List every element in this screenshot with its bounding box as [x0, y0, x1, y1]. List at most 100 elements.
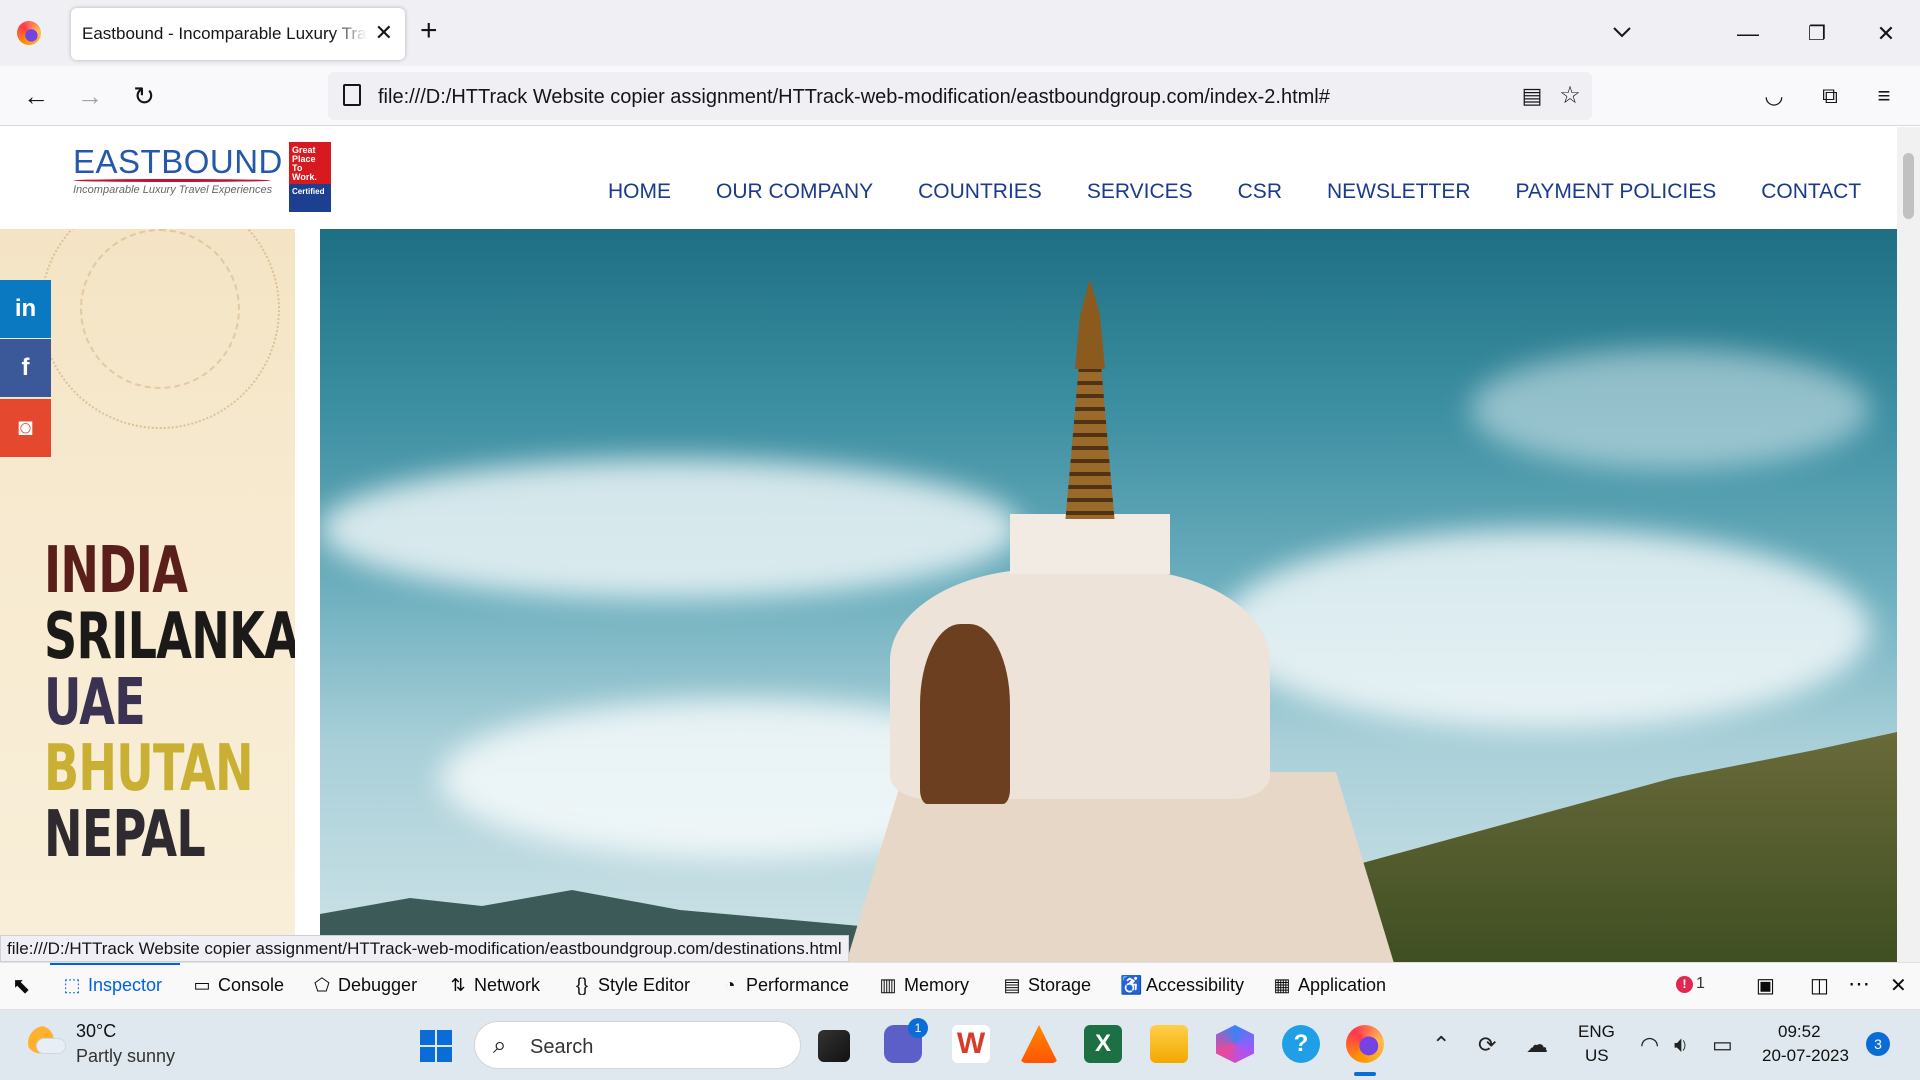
tab-network[interactable]: ⇅ Network	[448, 975, 540, 996]
vlc-icon[interactable]	[1020, 1025, 1058, 1063]
stupa-finial	[1075, 279, 1105, 369]
tab-label: Style Editor	[598, 975, 691, 995]
clock-time[interactable]: 09:52	[1778, 1022, 1821, 1042]
clock-date[interactable]: 20-07-2023	[1762, 1046, 1849, 1066]
excel-icon[interactable]: X	[1084, 1025, 1122, 1063]
minimize-icon[interactable]: —	[1728, 14, 1768, 54]
tab-inspector[interactable]: ⬚ Inspector	[62, 975, 162, 996]
tab-label: Console	[218, 975, 285, 995]
reader-view-icon[interactable]: ▤	[1516, 80, 1548, 112]
wifi-icon[interactable]: ◠	[1640, 1032, 1659, 1058]
language-indicator[interactable]: ENG	[1578, 1022, 1615, 1042]
menu-services[interactable]: SERVICES	[1087, 180, 1193, 204]
url-bar[interactable]: file:///D:/HTTrack Website copier assign…	[328, 72, 1592, 120]
tab-console[interactable]: ▭ Console	[192, 975, 284, 996]
tab-application[interactable]: ▦ Application	[1272, 975, 1386, 996]
weather-cloud-icon	[36, 1038, 66, 1054]
memory-icon: ▥	[879, 975, 897, 995]
forward-icon[interactable]: →	[74, 80, 106, 112]
linkedin-icon[interactable]: in	[0, 280, 51, 338]
tab-label: Performance	[746, 975, 850, 995]
badge-certified: Certified	[289, 184, 331, 212]
volume-icon[interactable]: 🔉︎	[1674, 1032, 1688, 1058]
great-place-to-work-badge: Great Place To Work. Certified	[289, 142, 331, 212]
show-hidden-icons-icon[interactable]: ⌃	[1432, 1032, 1450, 1058]
windows-taskbar: 30°C Partly sunny ⌕ Search 1 W X ? ⌃ ⟳ ☁…	[0, 1010, 1920, 1080]
app-menu-icon[interactable]: ≡	[1868, 80, 1900, 112]
destinations-panel[interactable]: in f ◙ INDIA SRILANKA UAE BHUTAN NEPAL	[0, 229, 295, 962]
responsive-design-icon[interactable]: ▣	[1756, 973, 1775, 998]
stupa-niche	[920, 624, 1010, 804]
cloud	[1470, 349, 1870, 469]
start-button[interactable]	[420, 1030, 452, 1062]
pocket-icon[interactable]: ◡	[1758, 80, 1790, 112]
stupa-spire	[1065, 359, 1115, 519]
tab-label: Network	[474, 975, 541, 995]
eastbound-logo[interactable]: EASTBOUND Incomparable Luxury Travel Exp…	[73, 143, 283, 196]
language-region[interactable]: US	[1585, 1046, 1609, 1066]
extensions-icon[interactable]: ⧉	[1814, 80, 1846, 112]
back-icon[interactable]: ←	[20, 80, 52, 112]
tab-debugger[interactable]: ⬠ Debugger	[312, 975, 417, 996]
tab-memory[interactable]: ▥ Memory	[878, 975, 969, 996]
menu-payment-policies[interactable]: PAYMENT POLICIES	[1516, 180, 1717, 204]
task-view-icon[interactable]	[818, 1030, 850, 1062]
forest-hill	[1337, 732, 1897, 962]
inspector-icon: ⬚	[63, 975, 81, 995]
menu-countries[interactable]: COUNTRIES	[918, 180, 1042, 204]
browser-tab-active[interactable]: Eastbound - Incomparable Luxury Travel E…	[71, 8, 405, 60]
url-text[interactable]: file:///D:/HTTrack Website copier assign…	[378, 86, 1330, 109]
sync-icon[interactable]: ⟳	[1478, 1032, 1496, 1058]
copilot-icon[interactable]	[1216, 1025, 1254, 1063]
cloud	[1220, 529, 1870, 729]
tab-performance[interactable]: ◔ Performance	[720, 975, 849, 996]
destination-india: INDIA	[44, 534, 188, 608]
hero-image-stupa	[320, 229, 1897, 962]
menu-home[interactable]: HOME	[608, 180, 671, 204]
tab-label: Memory	[904, 975, 970, 995]
error-icon: !	[1676, 976, 1693, 993]
tab-accessibility[interactable]: ♿ Accessibility	[1120, 975, 1244, 996]
element-picker-icon[interactable]: ⬉	[12, 973, 30, 999]
application-icon: ▦	[1273, 975, 1291, 995]
bookmark-star-icon[interactable]: ☆	[1554, 80, 1586, 112]
reload-icon[interactable]: ↻	[128, 80, 160, 112]
firefox-icon[interactable]	[17, 21, 41, 45]
firefox-taskbar-icon[interactable]	[1346, 1025, 1384, 1063]
notification-badge[interactable]: 3	[1866, 1032, 1890, 1056]
dock-side-icon[interactable]: ◫	[1810, 973, 1829, 998]
get-help-icon[interactable]: ?	[1282, 1025, 1320, 1063]
menu-our-company[interactable]: OUR COMPANY	[716, 180, 873, 204]
tab-storage[interactable]: ▤ Storage	[1002, 975, 1091, 996]
list-all-tabs-icon[interactable]	[1610, 20, 1634, 44]
search-placeholder: Search	[530, 1036, 594, 1058]
menu-csr[interactable]: CSR	[1238, 180, 1282, 204]
weather-description[interactable]: Partly sunny	[76, 1046, 175, 1067]
battery-icon[interactable]: ▭	[1712, 1032, 1733, 1058]
taskbar-search[interactable]: ⌕ Search	[474, 1021, 801, 1069]
weather-temperature[interactable]: 30°C	[76, 1021, 116, 1042]
new-tab-icon[interactable]: +	[420, 16, 438, 46]
instagram-icon[interactable]: ◙	[0, 399, 51, 457]
more-options-icon[interactable]: ⋯	[1848, 971, 1870, 997]
close-devtools-icon[interactable]: ✕	[1890, 973, 1907, 998]
tab-style-editor[interactable]: {} Style Editor	[572, 975, 690, 996]
error-count-badge[interactable]: ! 1	[1676, 975, 1705, 993]
scrollbar-thumb[interactable]	[1903, 153, 1914, 219]
facebook-icon[interactable]: f	[0, 339, 51, 397]
mandala-decoration	[80, 229, 240, 389]
page-scrollbar[interactable]	[1897, 127, 1920, 962]
tab-label: Accessibility	[1146, 975, 1245, 995]
restore-icon[interactable]: ❐	[1797, 14, 1837, 54]
close-tab-icon[interactable]: ✕	[375, 20, 393, 46]
active-tab-indicator	[50, 963, 180, 965]
close-window-icon[interactable]: ✕	[1866, 14, 1906, 54]
menu-contact[interactable]: CONTACT	[1761, 180, 1861, 204]
webpage-viewport: EASTBOUND Incomparable Luxury Travel Exp…	[0, 127, 1897, 962]
onedrive-icon[interactable]: ☁	[1526, 1032, 1548, 1058]
destination-bhutan: BHUTAN	[44, 732, 254, 806]
wps-office-icon[interactable]: W	[952, 1025, 990, 1063]
file-explorer-icon[interactable]	[1150, 1025, 1188, 1063]
menu-newsletter[interactable]: NEWSLETTER	[1327, 180, 1471, 204]
destination-srilanka: SRILANKA	[44, 600, 295, 674]
